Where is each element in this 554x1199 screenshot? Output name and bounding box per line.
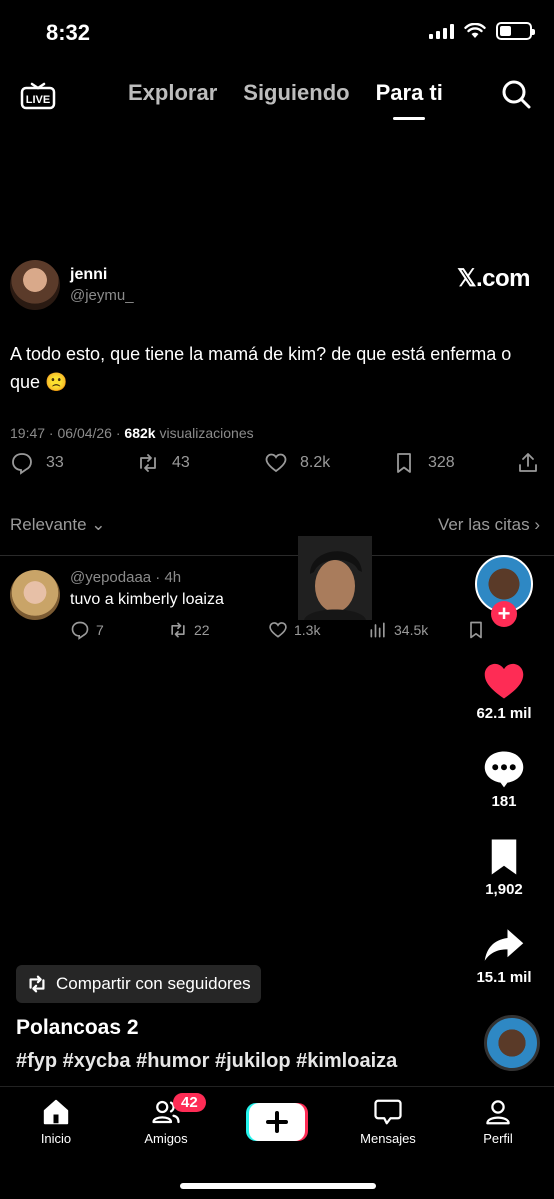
tweet-meta: 19:47 · 06/04/26 · 682k visualizaciones [10,425,254,441]
retweet-icon [171,622,185,638]
share-count: 15.1 mil [476,969,532,986]
tweet-views-label: visualizaciones [155,425,254,441]
search-icon[interactable] [500,78,532,110]
tweet-time-date: 19:47 · 06/04/26 · [10,425,125,441]
reply-like: 1.3k [268,620,320,640]
nav-inbox-label: Mensajes [360,1131,416,1146]
views-icon [370,622,385,638]
nav-inbox[interactable]: Mensajes [343,1097,433,1146]
tweet-bookmark-count: 328 [428,454,455,471]
comment-bubble-icon [484,751,524,788]
top-nav: LIVE Explorar Siguiendo Para ti [0,70,554,126]
tab-para-ti[interactable]: Para ti [376,80,443,106]
tab-siguiendo[interactable]: Siguiendo [243,80,349,106]
wifi-icon [464,23,486,38]
video-author[interactable]: Polancoas 2 [16,1016,139,1040]
tweet-share-button [516,451,540,475]
heart-outline-icon [265,453,287,473]
sort-relevante: Relevante ⌄ [10,515,106,534]
bookmark-outline-icon [470,621,482,639]
reply-views: 34.5k [368,620,428,640]
music-disc[interactable] [484,1015,540,1071]
nav-home[interactable]: Inicio [11,1097,101,1146]
bookmark-outline-icon [397,453,411,473]
follow-button[interactable]: + [491,601,517,627]
ver-citas: Ver las citas › [437,515,540,534]
home-indicator [180,1183,376,1189]
create-button[interactable] [246,1103,308,1141]
heart-icon [484,663,524,699]
like-count: 62.1 mil [476,705,532,722]
live-label: LIVE [26,94,50,106]
nav-friends[interactable]: Amigos 42 [121,1093,211,1146]
x-logo: 𝕏.com [457,265,530,292]
inbox-icon [374,1099,402,1125]
tweet-retweet-count: 43 [172,454,190,471]
tweet-like-button: 8.2k [264,451,330,475]
profile-icon [486,1100,510,1125]
comment-icon [71,621,89,640]
share-with-followers-label: Compartir con seguidores [56,974,251,993]
tweet-like-count: 8.2k [300,454,331,471]
tweet-bookmark-button: 328 [392,451,455,475]
tweet-reply-button: 33 [10,451,64,475]
home-icon [43,1099,69,1125]
comment-count: 181 [491,793,517,810]
comment-button[interactable]: 181 [472,749,536,810]
nav-profile-label: Perfil [483,1131,513,1146]
upload-icon [519,453,537,472]
sort-row: Relevante ⌄ Ver las citas › [10,515,540,535]
share-arrow-icon [484,929,524,961]
tweet-text: A todo esto, que tiene la mamá de kim? d… [10,344,512,392]
heart-outline-icon [269,622,287,638]
creator-face-overlay [298,536,372,620]
tweet-reply-count: 33 [46,454,64,471]
reply-bookmark [466,620,486,640]
divider [0,555,554,556]
video-hashtags[interactable]: #fyp #xycba #humor #jukilop #kimloaiza [16,1050,397,1073]
bottom-nav: Inicio Amigos 42 Mensajes Perfil [0,1086,554,1199]
tweet-author-name: jenni [70,266,108,283]
reply-retweet: 22 [168,620,210,640]
tab-explorar[interactable]: Explorar [128,80,217,106]
status-time: 8:32 [46,20,91,45]
status-bar: 8:32 [0,0,554,64]
nav-home-label: Inicio [40,1131,72,1146]
comment-icon [12,453,32,475]
nav-friends-label: Amigos [144,1131,188,1146]
battery-icon [496,22,535,40]
save-button[interactable]: 1,902 [472,837,536,898]
reply-text: tuvo a kimberly loaiza [70,591,224,608]
share-button[interactable]: 15.1 mil [472,925,536,986]
signal-icon [429,23,454,39]
reply-avatar [10,570,60,620]
tweet-views-count: 682k [124,425,156,441]
reply-handle: @yepodaaa · 4h [70,569,182,586]
status-icons [429,22,535,40]
save-count: 1,902 [485,881,523,898]
share-with-followers-button[interactable]: Compartir con seguidores [16,965,261,1003]
bookmark-icon [491,839,517,875]
live-icon[interactable]: LIVE [20,78,56,110]
nav-tabs: Explorar Siguiendo Para ti [128,80,443,106]
retweet-icon [140,454,156,472]
nav-profile[interactable]: Perfil [453,1097,543,1146]
reply-comment: 7 [70,620,104,640]
tweet-retweet-button: 43 [136,451,190,475]
repost-icon [29,975,45,993]
friends-badge: 42 [173,1093,206,1112]
tweet-author-handle: @jeymu_ [70,287,134,304]
tweet-avatar [10,260,60,310]
like-button[interactable]: 62.1 mil [472,661,536,722]
